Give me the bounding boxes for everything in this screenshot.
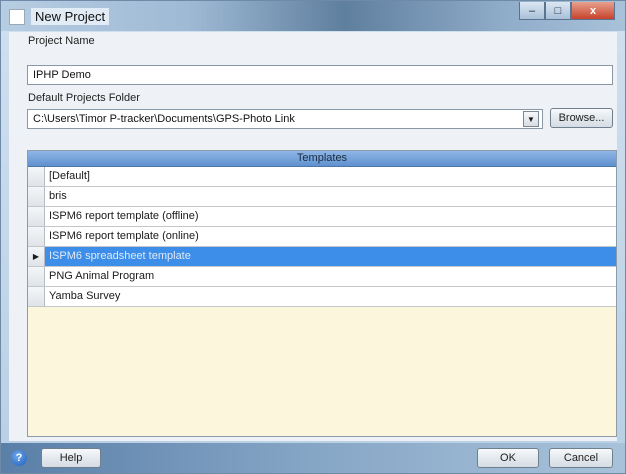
default-folder-label: Default Projects Folder [28, 92, 140, 104]
row-selector[interactable] [28, 207, 45, 226]
template-name: ISPM6 report template (online) [49, 230, 199, 242]
row-selector[interactable] [28, 287, 45, 306]
template-name: ISPM6 spreadsheet template [49, 250, 191, 262]
row-selector[interactable] [28, 267, 45, 286]
chevron-down-icon: ▼ [527, 114, 535, 124]
template-row[interactable]: ISPM6 report template (online) [28, 227, 616, 247]
template-row[interactable]: ISPM6 report template (offline) [28, 207, 616, 227]
row-selector[interactable]: ▶ [28, 247, 45, 266]
project-name-input[interactable]: IPHP Demo [27, 65, 613, 85]
row-selector[interactable] [28, 227, 45, 246]
app-icon [9, 9, 25, 25]
templates-grid: Templates [Default] bris ISPM6 report te… [27, 150, 617, 437]
folder-dropdown-button[interactable]: ▼ [523, 111, 539, 127]
row-selector[interactable] [28, 187, 45, 206]
close-icon: x [589, 4, 597, 17]
window-controls: – □ x [519, 2, 615, 20]
template-name: Yamba Survey [49, 290, 121, 302]
dialog-footer: ? Help OK Cancel [1, 443, 625, 473]
template-row[interactable]: Yamba Survey [28, 287, 616, 307]
maximize-button[interactable]: □ [545, 2, 571, 20]
help-icon[interactable]: ? [11, 450, 27, 466]
project-name-label: Project Name [28, 35, 95, 47]
current-row-arrow-icon: ▶ [32, 252, 40, 261]
template-row-selected[interactable]: ▶ ISPM6 spreadsheet template [28, 247, 616, 267]
minimize-icon: – [528, 4, 536, 17]
template-name: PNG Animal Program [49, 270, 155, 282]
template-name: ISPM6 report template (offline) [49, 210, 199, 222]
close-button[interactable]: x [571, 2, 615, 20]
template-name: [Default] [49, 170, 90, 182]
ok-button[interactable]: OK [477, 448, 539, 468]
template-row[interactable]: bris [28, 187, 616, 207]
templates-header: Templates [28, 151, 616, 167]
title-bar[interactable]: New Project – □ x [1, 1, 625, 31]
minimize-button[interactable]: – [519, 2, 545, 20]
default-folder-combo[interactable]: C:\Users\Timor P-tracker\Documents\GPS-P… [27, 109, 543, 129]
template-row[interactable]: PNG Animal Program [28, 267, 616, 287]
browse-button[interactable]: Browse... [550, 108, 613, 128]
template-name: bris [49, 190, 67, 202]
help-button[interactable]: Help [41, 448, 101, 468]
new-project-dialog: New Project – □ x Project Name IPHP Demo… [0, 0, 626, 474]
template-row[interactable]: [Default] [28, 167, 616, 187]
cancel-button[interactable]: Cancel [549, 448, 613, 468]
window-title: New Project [31, 8, 110, 25]
maximize-icon: □ [554, 4, 562, 17]
row-selector[interactable] [28, 167, 45, 186]
